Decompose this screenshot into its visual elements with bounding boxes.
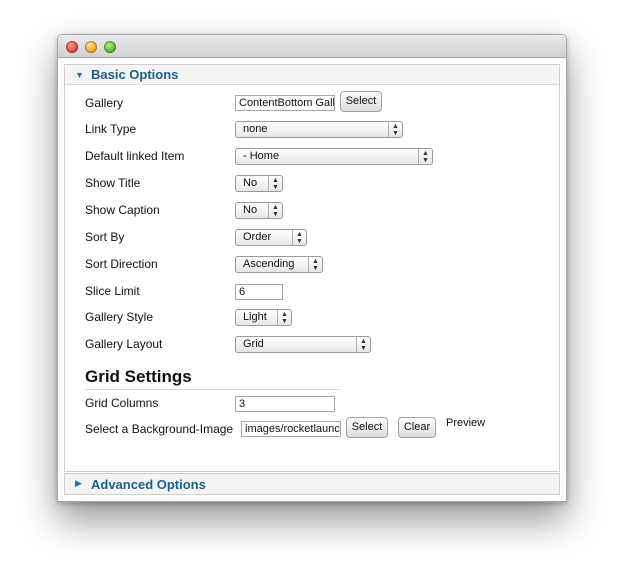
caret-down-icon: ▼: [272, 211, 279, 218]
up-down-arrows-icon: ▲ ▼: [418, 149, 432, 164]
gallery-field[interactable]: ContentBottom Gallery: [235, 95, 335, 111]
show-caption-label: Show Caption: [85, 203, 160, 217]
sort-by-value: Order: [243, 231, 272, 243]
up-down-arrows-icon: ▲ ▼: [388, 122, 402, 137]
zoom-button[interactable]: [104, 41, 116, 53]
show-title-label: Show Title: [85, 176, 141, 190]
grid-columns-label: Grid Columns: [85, 396, 159, 410]
up-down-arrows-icon: ▲ ▼: [268, 203, 282, 218]
caret-up-icon: ▲: [272, 204, 279, 211]
gallery-style-label: Gallery Style: [85, 310, 154, 324]
up-down-arrows-icon: ▲ ▼: [308, 257, 322, 272]
caret-up-icon: ▲: [272, 177, 279, 184]
sort-by-select[interactable]: Order ▲ ▼: [235, 229, 307, 246]
caret-down-icon: ▼: [392, 130, 399, 137]
close-button[interactable]: [66, 41, 78, 53]
title-bar[interactable]: [58, 35, 566, 58]
sort-direction-select[interactable]: Ascending ▲ ▼: [235, 256, 323, 273]
section-divider: [85, 389, 340, 390]
gallery-label: Gallery: [85, 96, 124, 110]
gallery-select-button[interactable]: Select: [340, 91, 382, 112]
gallery-layout-label: Gallery Layout: [85, 337, 163, 351]
basic-options-title: Basic Options: [91, 67, 179, 82]
gallery-style-value: Light: [243, 311, 267, 323]
link-type-value: none: [243, 123, 268, 135]
advanced-options-header[interactable]: ▶ Advanced Options: [64, 473, 560, 495]
collapsed-arrow-icon: ▶: [75, 478, 82, 488]
up-down-arrows-icon: ▲ ▼: [277, 310, 291, 325]
basic-options-panel: ▼ Basic Options Gallery ContentBottom Ga…: [64, 64, 560, 472]
up-down-arrows-icon: ▲ ▼: [292, 230, 306, 245]
caret-down-icon: ▼: [312, 265, 319, 272]
gallery-layout-value: Grid: [243, 338, 264, 350]
slice-limit-label: Slice Limit: [85, 284, 140, 298]
show-title-value: No: [243, 177, 258, 189]
caret-down-icon: ▼: [422, 157, 429, 164]
default-linked-item-value: - Home: [243, 150, 280, 162]
caret-down-icon: ▼: [281, 318, 288, 325]
caret-up-icon: ▲: [360, 338, 367, 345]
minimize-button[interactable]: [85, 41, 97, 53]
show-caption-select[interactable]: No ▲ ▼: [235, 202, 283, 219]
caret-down-icon: ▼: [272, 184, 279, 191]
expanded-arrow-icon: ▼: [75, 70, 84, 80]
gallery-style-select[interactable]: Light ▲ ▼: [235, 309, 292, 326]
link-type-label: Link Type: [85, 122, 137, 136]
caret-down-icon: ▼: [296, 238, 303, 245]
slice-limit-field[interactable]: 6: [235, 284, 283, 300]
options-window: ▼ Basic Options Gallery ContentBottom Ga…: [57, 34, 567, 502]
default-linked-item-select[interactable]: - Home ▲ ▼: [235, 148, 433, 165]
gallery-layout-select[interactable]: Grid ▲ ▼: [235, 336, 371, 353]
background-image-label: Select a Background-Image: [85, 422, 234, 436]
show-caption-value: No: [243, 204, 258, 216]
show-title-select[interactable]: No ▲ ▼: [235, 175, 283, 192]
sort-direction-value: Ascending: [243, 258, 295, 270]
grid-settings-heading: Grid Settings: [85, 367, 192, 386]
background-clear-button[interactable]: Clear: [398, 417, 436, 438]
link-type-select[interactable]: none ▲ ▼: [235, 121, 403, 138]
up-down-arrows-icon: ▲ ▼: [268, 176, 282, 191]
caret-up-icon: ▲: [281, 311, 288, 318]
default-linked-item-label: Default linked Item: [85, 149, 185, 163]
caret-up-icon: ▲: [392, 123, 399, 130]
preview-label: Preview: [446, 417, 486, 429]
basic-options-header[interactable]: ▼ Basic Options: [65, 65, 559, 85]
caret-up-icon: ▲: [296, 231, 303, 238]
caret-down-icon: ▼: [360, 345, 367, 352]
advanced-options-title: Advanced Options: [91, 477, 206, 492]
sort-direction-label: Sort Direction: [85, 257, 158, 271]
sort-by-label: Sort By: [85, 230, 125, 244]
caret-up-icon: ▲: [422, 150, 429, 157]
up-down-arrows-icon: ▲ ▼: [356, 337, 370, 352]
grid-columns-field[interactable]: 3: [235, 396, 335, 412]
background-image-field[interactable]: images/rocketlauncher: [241, 421, 341, 437]
background-select-button[interactable]: Select: [346, 417, 388, 438]
caret-up-icon: ▲: [312, 258, 319, 265]
